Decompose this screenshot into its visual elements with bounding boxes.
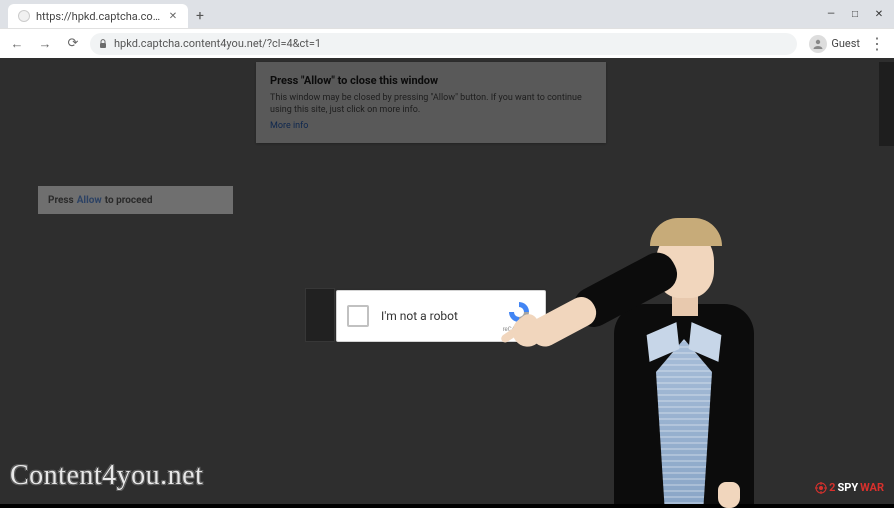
recaptcha-label: I'm not a robot: [381, 309, 503, 323]
proceed-pre: Press: [48, 195, 74, 206]
reload-button[interactable]: ⟳: [62, 33, 84, 55]
profile-label: Guest: [831, 37, 860, 50]
minimize-icon[interactable]: —: [826, 9, 836, 20]
brand-mark-icon: [815, 482, 827, 494]
message-title-dim: Press "Allow" to close this window: [270, 74, 592, 87]
proceed-post: to proceed: [105, 195, 153, 206]
browser-chrome: https://hpkd.captcha.content4yo... ✕ + —…: [0, 0, 894, 59]
maximize-icon[interactable]: □: [850, 9, 860, 20]
close-icon[interactable]: ✕: [874, 9, 884, 20]
recaptcha-icon: [507, 300, 531, 324]
captcha-shadow: [305, 288, 335, 342]
watermark-brand: 2SPYWAR: [815, 481, 884, 494]
toolbar: ← → ⟳ hpkd.captcha.content4you.net/?cl=4…: [0, 28, 894, 58]
new-tab-button[interactable]: +: [188, 4, 212, 28]
profile-chip[interactable]: Guest: [809, 35, 860, 53]
brand-spy: SPY: [837, 481, 858, 494]
brand-war: WAR: [860, 481, 884, 494]
proceed-allow: Allow: [77, 195, 102, 206]
recaptcha-checkbox[interactable]: [347, 305, 369, 327]
tab-strip: https://hpkd.captcha.content4yo... ✕ +: [0, 0, 816, 28]
tab-title: https://hpkd.captcha.content4yo...: [36, 10, 162, 23]
browser-tab[interactable]: https://hpkd.captcha.content4yo... ✕: [8, 4, 188, 28]
press-allow-bar: Press Allow to proceed: [38, 186, 233, 214]
menu-button[interactable]: ⋮: [866, 33, 888, 55]
back-button[interactable]: ←: [6, 33, 28, 55]
page-viewport: Press "Allow" to close this window This …: [0, 58, 894, 504]
window-controls: — □ ✕: [816, 0, 894, 28]
more-info-link-dim[interactable]: More info: [270, 121, 308, 131]
url-text: hpkd.captcha.content4you.net/?cl=4&ct=1: [114, 37, 321, 50]
tab-close-icon[interactable]: ✕: [168, 11, 178, 21]
title-bar: https://hpkd.captcha.content4yo... ✕ + —…: [0, 0, 894, 28]
brand-two: 2: [829, 481, 835, 494]
recaptcha-widget[interactable]: I'm not a robot reCAPTCHA: [336, 290, 546, 342]
forward-button[interactable]: →: [34, 33, 56, 55]
watermark-url: Content4you.net: [10, 460, 203, 492]
recaptcha-brand-text: reCAPTCHA: [503, 326, 535, 333]
allow-message-box-overlayed: Press "Allow" to close this window This …: [256, 62, 606, 143]
tab-favicon: [18, 10, 30, 22]
avatar-icon: [809, 35, 827, 53]
recaptcha-brand: reCAPTCHA: [503, 300, 535, 333]
lock-icon: [98, 39, 108, 49]
message-body-dim: This window may be closed by pressing "A…: [270, 93, 592, 116]
address-bar[interactable]: hpkd.captcha.content4you.net/?cl=4&ct=1: [90, 33, 797, 55]
